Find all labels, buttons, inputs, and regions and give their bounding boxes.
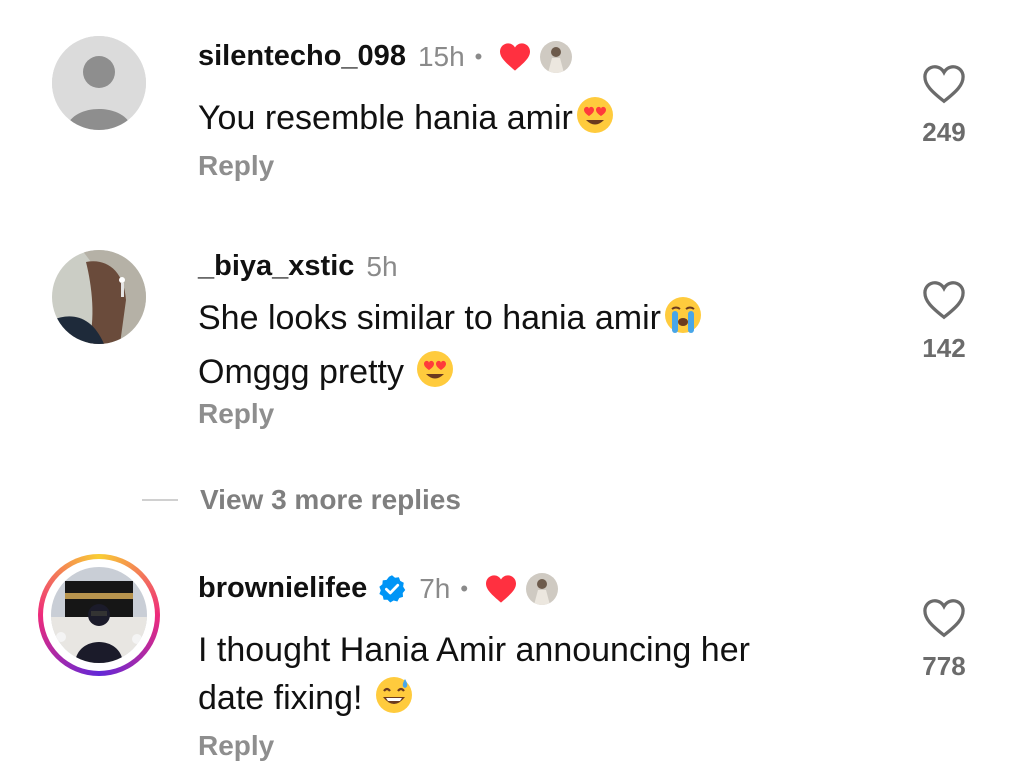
avatar[interactable]: [52, 36, 146, 130]
story-ring[interactable]: [38, 554, 160, 676]
verified-badge-icon: [377, 574, 407, 604]
like-heart-icon[interactable]: [918, 64, 970, 109]
like-heart-icon[interactable]: [918, 598, 970, 643]
view-more-replies-label[interactable]: View 3 more replies: [200, 484, 461, 516]
loudly-crying-emoji: [663, 295, 703, 348]
heart-eyes-emoji: [575, 95, 615, 148]
creator-mini-avatar: [540, 40, 573, 73]
like-heart-icon[interactable]: [918, 280, 970, 325]
reply-button[interactable]: Reply: [198, 730, 274, 762]
comment-text: You resemble hania amir: [198, 94, 858, 148]
comment-text: I thought Hania Amir announcing her date…: [198, 626, 858, 728]
like-count: 249: [922, 117, 966, 147]
timestamp: 7h: [419, 572, 451, 604]
heart-eyes-emoji: [415, 349, 455, 402]
reply-button[interactable]: Reply: [198, 398, 274, 430]
timestamp: 15h: [417, 40, 465, 72]
separator-dot: •: [474, 43, 483, 69]
username[interactable]: _biya_xstic: [198, 250, 354, 283]
creator-liked-heart-icon: [484, 574, 518, 604]
avatar[interactable]: [52, 250, 146, 344]
separator-dot: •: [460, 575, 469, 601]
divider-line: [142, 499, 178, 501]
view-more-replies[interactable]: View 3 more replies: [142, 484, 461, 516]
creator-liked-heart-icon: [498, 42, 532, 72]
timestamp: 5h: [366, 250, 398, 282]
like-count: 778: [922, 651, 966, 681]
avatar[interactable]: [51, 567, 147, 663]
reply-button[interactable]: Reply: [198, 150, 274, 182]
username[interactable]: silentecho_098: [198, 40, 406, 73]
like-count: 142: [922, 333, 966, 363]
username[interactable]: brownielifee: [198, 572, 367, 605]
creator-mini-avatar: [526, 572, 559, 605]
sweat-smile-emoji: [374, 675, 414, 728]
comment-text: She looks similar to hania amir Omggg pr…: [198, 294, 858, 402]
